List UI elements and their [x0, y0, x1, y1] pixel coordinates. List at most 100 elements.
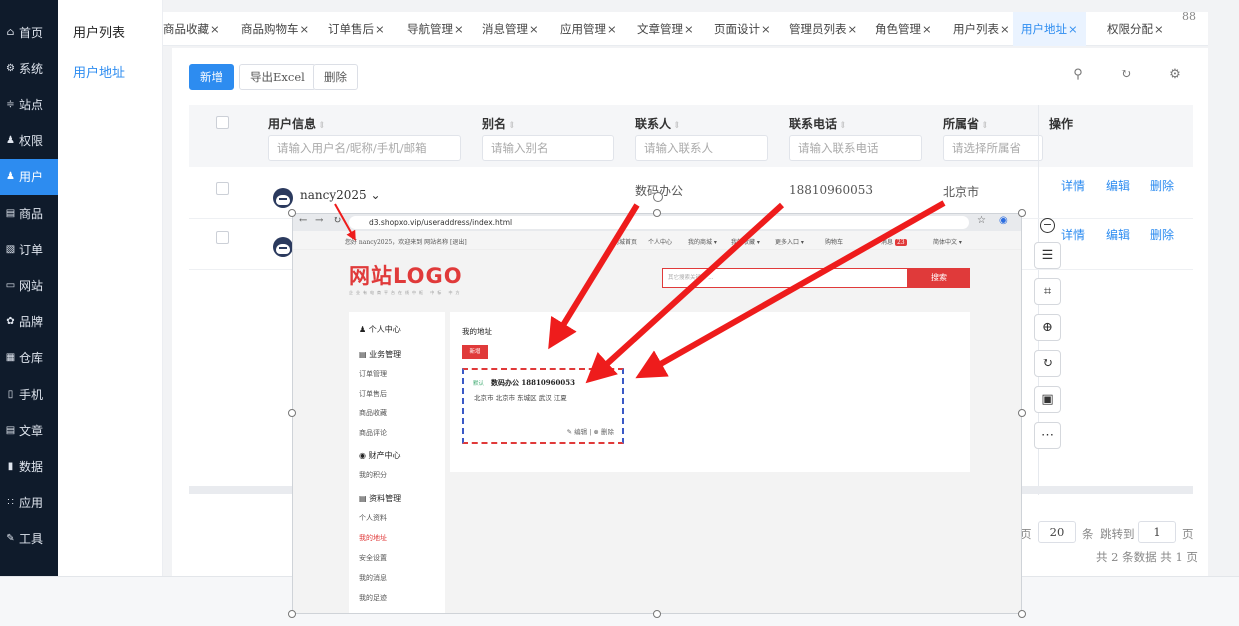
delete-button[interactable]: 删除	[313, 64, 358, 90]
resize-handle[interactable]	[288, 409, 296, 417]
menu-profile[interactable]: ▤ 资料管理	[359, 493, 401, 504]
close-icon[interactable]: ×	[684, 22, 694, 36]
close-icon[interactable]: ×	[1154, 22, 1164, 36]
site-search-input[interactable]: 其它搜索关键字 ...	[662, 268, 908, 288]
phone-filter[interactable]: 请输入联系电话	[789, 135, 922, 161]
tab-2[interactable]: 订单售后×	[328, 12, 385, 46]
back-icon[interactable]: ←	[299, 215, 307, 226]
menu-business-item[interactable]: 订单管理	[359, 369, 387, 379]
contact-filter[interactable]: 请输入联系人	[635, 135, 768, 161]
column-province[interactable]: 所属省 ⇕	[943, 115, 989, 132]
submenu-link-user-address[interactable]: 用户地址	[73, 62, 125, 81]
topnav-messages[interactable]: 消息 23	[881, 237, 907, 246]
tab-0[interactable]: 商品收藏×	[163, 12, 220, 46]
row-edit-link[interactable]: 编辑	[1106, 177, 1130, 194]
sidebar-item-shop[interactable]: ▤ 商品	[0, 195, 58, 231]
alias-filter[interactable]: 请输入别名	[482, 135, 614, 161]
zoom-in-icon[interactable]: ⊕	[1034, 314, 1061, 341]
tab-10[interactable]: 用户列表×	[953, 12, 1010, 46]
menu-profile-item[interactable]: 个人资料	[359, 513, 387, 523]
extract-image-icon[interactable]: ▣	[1034, 386, 1061, 413]
collapse-toolbar-icon[interactable]: −	[1040, 218, 1055, 233]
topnav-language[interactable]: 简体中文 ▾	[933, 237, 962, 246]
settings-icon[interactable]: ⚙	[1168, 68, 1182, 82]
sidebar-item-apps[interactable]: ∷ 应用	[0, 485, 58, 521]
close-icon[interactable]: ×	[607, 22, 617, 36]
row-detail-link[interactable]: 详情	[1061, 226, 1085, 243]
align-icon[interactable]: ☰	[1034, 242, 1061, 269]
export-excel-button[interactable]: 导出Excel	[239, 64, 316, 90]
sidebar-item-user-shield[interactable]: ♟ 权限	[0, 123, 58, 159]
topnav-favorites[interactable]: 我的收藏 ▾	[731, 237, 760, 246]
menu-profile-item[interactable]: 我的消息	[359, 573, 387, 583]
user-info-filter[interactable]: 请输入用户名/昵称/手机/邮箱	[268, 135, 461, 161]
topnav-cart[interactable]: 购物车	[825, 237, 843, 246]
trash-icon[interactable]: ⊗	[593, 428, 598, 436]
column-phone[interactable]: 联系电话 ⇕	[789, 115, 847, 132]
tab-5[interactable]: 应用管理×	[560, 12, 617, 46]
close-icon[interactable]: ×	[529, 22, 539, 36]
column-contact[interactable]: 联系人 ⇕	[635, 115, 681, 132]
row-user-name[interactable]: nancy2025 ⌄	[300, 188, 381, 202]
resize-handle[interactable]	[1018, 409, 1026, 417]
menu-profile-item[interactable]: 安全设置	[359, 553, 387, 563]
row-delete-link[interactable]: 删除	[1150, 177, 1174, 194]
sidebar-item-gear[interactable]: ⚙ 系统	[0, 50, 58, 86]
star-icon[interactable]: ☆	[977, 215, 986, 226]
topnav-home[interactable]: 商城首页	[613, 237, 637, 246]
site-logo[interactable]: 网站LOGO	[349, 260, 463, 290]
column-alias[interactable]: 别名 ⇕	[482, 115, 516, 132]
topnav-mall[interactable]: 我的商城 ▾	[688, 237, 717, 246]
tab-3[interactable]: 导航管理×	[407, 12, 464, 46]
site-search-button[interactable]: 搜索	[908, 268, 970, 288]
page-size-select[interactable]: 20	[1038, 521, 1076, 543]
menu-business-item[interactable]: 订单售后	[359, 389, 387, 399]
rotate-icon[interactable]: ↻	[1034, 350, 1061, 377]
address-edit-link[interactable]: 编辑	[574, 428, 587, 436]
sidebar-item-chart[interactable]: ▮ 数据	[0, 448, 58, 484]
sidebar-item-monitor[interactable]: ▭ 网站	[0, 267, 58, 303]
forward-icon[interactable]: →	[315, 215, 323, 226]
address-card[interactable]: 默认 数码办公 18810960053 北京市 北京市 东城区 武汉 江夏 ✎ …	[462, 368, 624, 444]
refresh-icon[interactable]: ↻	[1119, 68, 1133, 82]
menu-business[interactable]: ▤ 业务管理	[359, 349, 401, 360]
close-icon[interactable]: ×	[922, 22, 932, 36]
search-icon[interactable]: ⚲	[1071, 68, 1085, 82]
tab-grid-icon[interactable]: 88	[1182, 10, 1196, 23]
sidebar-item-warehouse[interactable]: ▦ 仓库	[0, 340, 58, 376]
sidebar-item-phone[interactable]: ▯ 手机	[0, 376, 58, 412]
tab-4[interactable]: 消息管理×	[482, 12, 539, 46]
close-icon[interactable]: ×	[454, 22, 464, 36]
sidebar-item-clipboard[interactable]: ▧ 订单	[0, 231, 58, 267]
menu-profile-item[interactable]: 我的地址	[359, 533, 387, 543]
sidebar-item-wrench[interactable]: ✎ 工具	[0, 521, 58, 557]
menu-business-item[interactable]: 商品评论	[359, 428, 387, 438]
menu-business-item[interactable]: 商品收藏	[359, 408, 387, 418]
close-icon[interactable]: ×	[848, 22, 858, 36]
resize-handle[interactable]	[653, 610, 661, 618]
close-icon[interactable]: ×	[210, 22, 220, 36]
province-select[interactable]: 请选择所属省	[943, 135, 1043, 161]
sidebar-item-article[interactable]: ▤ 文章	[0, 412, 58, 448]
pasted-screenshot[interactable]: ← → ↻ d3.shopxo.vip/useraddress/index.ht…	[292, 213, 1022, 614]
column-user-info[interactable]: 用户信息 ⇕	[268, 115, 326, 132]
address-bar[interactable]: d3.shopxo.vip/useraddress/index.html	[349, 216, 969, 229]
sidebar-item-user[interactable]: ♟ 用户	[0, 158, 58, 195]
jump-page-input[interactable]: 1	[1138, 521, 1176, 543]
close-icon[interactable]: ×	[1068, 22, 1078, 36]
select-all-checkbox[interactable]	[216, 116, 229, 129]
profile-icon[interactable]: ◉	[999, 215, 1008, 226]
resize-handle[interactable]	[653, 209, 661, 217]
close-icon[interactable]: ×	[1000, 22, 1010, 36]
close-icon[interactable]: ×	[761, 22, 771, 36]
add-button[interactable]: 新增	[189, 64, 234, 90]
tab-6[interactable]: 文章管理×	[637, 12, 694, 46]
reload-icon[interactable]: ↻	[333, 215, 341, 226]
row-checkbox[interactable]	[216, 182, 229, 195]
tab-7[interactable]: 页面设计×	[714, 12, 771, 46]
tab-8[interactable]: 管理员列表×	[789, 12, 857, 46]
menu-assets-item[interactable]: 我的积分	[359, 470, 387, 480]
topnav-more[interactable]: 更多入口 ▾	[775, 237, 804, 246]
tab-11[interactable]: 用户地址×	[1013, 12, 1086, 46]
close-icon[interactable]: ×	[300, 22, 310, 36]
